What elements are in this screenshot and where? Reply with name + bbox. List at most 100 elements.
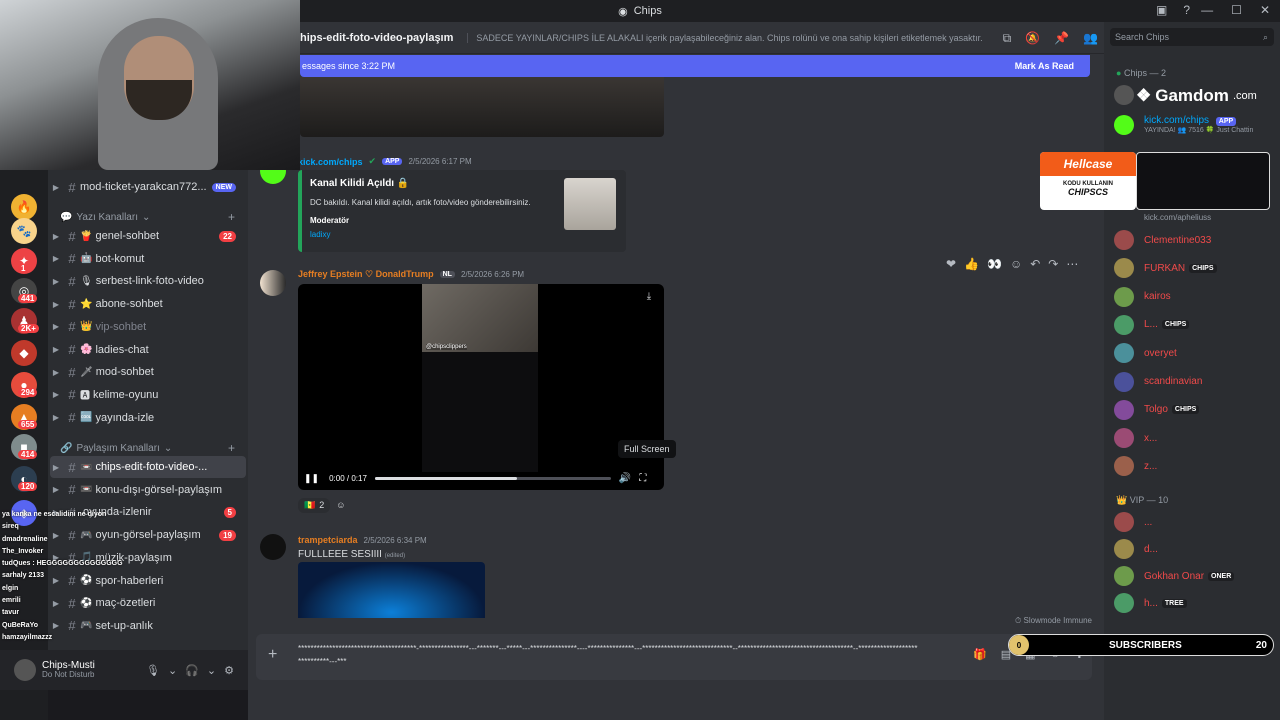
message-image[interactable]: [298, 562, 485, 618]
avatar: [1114, 566, 1134, 586]
member-item[interactable]: z...: [1114, 455, 1278, 477]
chat-line: tavur: [2, 609, 20, 617]
video-player[interactable]: @chipsclippers ⤓ ❚❚ 0:00 / 0:17 🔊 ⛶: [298, 284, 664, 490]
channel-item[interactable]: ▶ # 📼 konu-dışı-görsel-paylaşım: [50, 479, 246, 501]
channel-item[interactable]: ▶ # 🅰kelime-oyunu: [50, 384, 246, 406]
channel-emoji-icon: ⭐: [80, 298, 93, 310]
edited-label: (edited): [384, 553, 406, 559]
avatar[interactable]: [260, 270, 286, 296]
channel-item[interactable]: ▶ # 🎙 serbest-link-foto-video: [50, 270, 246, 292]
message-timestamp: 2/5/2026 6:34 PM: [363, 535, 427, 545]
close-button[interactable]: ✕: [1260, 3, 1270, 17]
member-item[interactable]: FURKAN CHIPS: [1114, 257, 1278, 279]
chevron-right-icon: ▶: [52, 231, 60, 241]
avatar[interactable]: [260, 534, 286, 560]
add-channel-icon[interactable]: +: [228, 441, 235, 455]
chevron-down-icon[interactable]: ⌄: [168, 664, 177, 677]
maximize-button[interactable]: ☐: [1231, 3, 1242, 17]
chevron-right-icon: ▶: [52, 322, 60, 332]
server-icon[interactable]: ◆: [11, 340, 37, 366]
video-progress-bar[interactable]: [374, 476, 611, 480]
chevron-right-icon: ▶: [52, 390, 60, 400]
member-item[interactable]: scandinavian: [1114, 371, 1278, 393]
hash-icon: #: [68, 342, 76, 357]
member-item[interactable]: L... CHIPS: [1114, 314, 1278, 336]
mute-icon[interactable]: 🔕: [1025, 31, 1040, 46]
eyes-icon[interactable]: 👀: [987, 257, 1002, 271]
channel-item[interactable]: ▶ # 🍟 genel-sohbet 22: [50, 225, 246, 247]
server-icon[interactable]: 🔥: [11, 194, 37, 220]
member-item[interactable]: x...: [1114, 427, 1278, 449]
members-icon[interactable]: 👥: [1083, 31, 1098, 46]
fullscreen-icon[interactable]: ⛶: [639, 473, 646, 484]
avatar: [1114, 399, 1134, 420]
heart-reaction-icon[interactable]: ❤: [946, 257, 956, 271]
avatar[interactable]: [14, 659, 36, 681]
member-item[interactable]: h... TREE: [1114, 592, 1278, 614]
pause-icon[interactable]: ❚❚: [304, 473, 319, 484]
member-item[interactable]: d...: [1114, 538, 1278, 560]
attach-icon[interactable]: +: [268, 646, 277, 664]
member-link[interactable]: kick.com/apheliuss: [1144, 213, 1211, 222]
channel-emoji-icon: 🆒: [80, 412, 93, 424]
message-composer[interactable]: + **************************************…: [256, 634, 1092, 680]
microphone-icon[interactable]: 🎙: [146, 664, 160, 677]
message-author[interactable]: Jeffrey Epstein ♡ DonaldTrump: [298, 269, 434, 280]
member-item[interactable]: overyet: [1114, 342, 1278, 364]
more-icon[interactable]: ⋯: [1066, 257, 1078, 271]
member-item[interactable]: Tolgo CHIPS: [1114, 399, 1278, 421]
member-group-header: 👑 VIP — 10: [1116, 495, 1169, 505]
help-icon[interactable]: ?: [1183, 3, 1190, 17]
unread-badge: 22: [219, 230, 236, 242]
category-share-channels[interactable]: 🔗 Paylaşım Kanalları ⌄: [60, 443, 172, 454]
embed-field-value[interactable]: ladixy: [310, 230, 330, 239]
new-messages-bar[interactable]: essages since 3:22 PM Mark As Read: [300, 55, 1090, 77]
settings-icon[interactable]: ⚙: [224, 664, 234, 677]
channel-mod-ticket[interactable]: ▶ # mod-ticket-yarakcan772... NEW: [50, 176, 246, 198]
headphones-icon[interactable]: 🎧: [185, 664, 199, 677]
threads-icon[interactable]: ⧉: [1003, 31, 1012, 46]
reaction-pill[interactable]: 🇸🇳 2: [298, 497, 331, 513]
thumbs-up-icon[interactable]: 👍: [964, 257, 979, 271]
channel-item[interactable]: ▶ # 🤖 bot-komut: [50, 248, 246, 270]
member-item[interactable]: kairos: [1114, 286, 1278, 308]
channel-item[interactable]: ▶ # 📼 chips-edit-foto-video-...: [50, 456, 246, 478]
message-input[interactable]: **************************************-*…: [298, 642, 918, 668]
download-icon[interactable]: ⤓: [640, 288, 658, 306]
member-item[interactable]: Gokhan Onar ONER: [1114, 565, 1278, 587]
inbox-icon[interactable]: ▣: [1156, 3, 1167, 17]
chat-line: QuBeRaYo: [2, 621, 39, 629]
minimize-button[interactable]: —: [1201, 3, 1213, 17]
add-reaction-icon[interactable]: ☺: [336, 500, 345, 510]
volume-icon[interactable]: 🔊: [619, 473, 631, 484]
channel-item[interactable]: ▶ # 🆒 yayında-izle: [50, 407, 246, 429]
channel-item[interactable]: ▶ # 🌸 ladies-chat: [50, 339, 246, 361]
video-webcam-frame: @chipsclippers: [422, 284, 538, 352]
reply-icon[interactable]: ↶: [1030, 257, 1040, 271]
add-channel-icon[interactable]: +: [228, 210, 235, 224]
channel-label: serbest-link-foto-video: [95, 275, 204, 288]
channel-item[interactable]: ▶ # ⭐ abone-sohbet: [50, 293, 246, 315]
chevron-down-icon[interactable]: ⌄: [207, 664, 216, 677]
mark-as-read-button[interactable]: Mark As Read: [1015, 61, 1074, 71]
member-item[interactable]: ...: [1114, 511, 1278, 533]
add-reaction-icon[interactable]: ☺: [1010, 257, 1022, 271]
channel-item[interactable]: ▶ # 🗡 mod-sohbet: [50, 361, 246, 383]
window-title: Chips: [633, 5, 662, 17]
chat-line: dmadrenaline: [2, 535, 48, 543]
category-text-channels[interactable]: 💬 Yazı Kanalları ⌄: [60, 212, 150, 223]
member-item-kick[interactable]: kick.com/chips APP YAYINDA! 👥 7516 🍀 Just…: [1114, 114, 1278, 136]
embed-description: DC bakıldı. Kanal kilidi açıldı, artık f…: [310, 198, 531, 207]
server-icon[interactable]: 🐾: [11, 218, 37, 244]
message-author[interactable]: kick.com/chips: [298, 157, 363, 167]
message-author[interactable]: trampetciarda: [298, 535, 358, 545]
gift-icon[interactable]: 🎁: [973, 648, 987, 661]
pin-icon[interactable]: 📌: [1054, 31, 1069, 46]
embed-thumbnail[interactable]: [564, 178, 616, 230]
message-image[interactable]: [300, 77, 664, 137]
forward-icon[interactable]: ↷: [1048, 257, 1058, 271]
member-item[interactable]: Clementine033: [1114, 229, 1278, 251]
embed-field-name: Moderatör: [310, 216, 350, 225]
search-input[interactable]: Search Chips ⌕: [1110, 28, 1274, 46]
channel-item[interactable]: ▶ # 👑 vip-sohbet: [50, 316, 246, 338]
